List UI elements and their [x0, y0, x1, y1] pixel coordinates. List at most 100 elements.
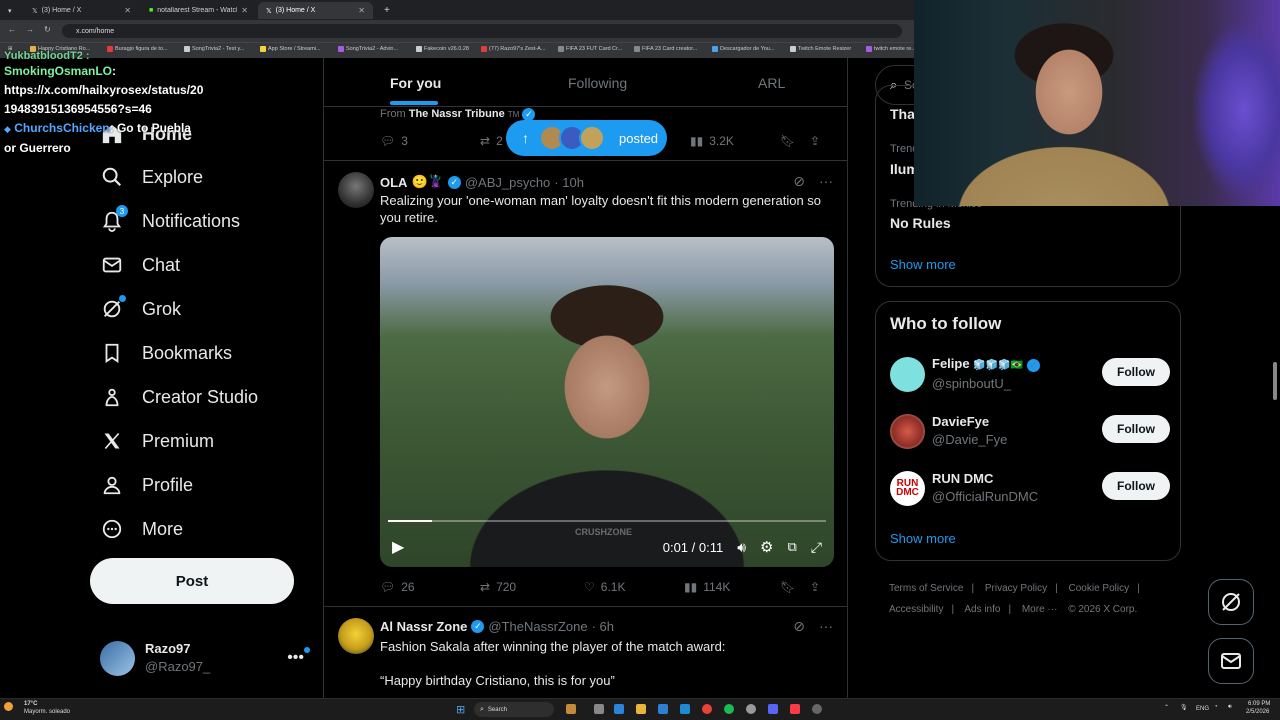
sidebar-item-creator-studio[interactable]: Creator Studio	[100, 385, 258, 409]
back-icon[interactable]: ←	[8, 25, 16, 34]
page-scrollbar[interactable]	[1273, 362, 1277, 400]
footer-link[interactable]: Privacy Policy	[985, 583, 1047, 594]
footer-link[interactable]: Cookie Policy	[1069, 583, 1130, 594]
mic-icon[interactable]: 🎙︎	[1180, 704, 1188, 711]
sidebar-item-bookmarks[interactable]: Bookmarks	[100, 341, 232, 365]
video-progress-bar[interactable]	[388, 520, 826, 522]
show-more-link[interactable]: Show more	[890, 257, 956, 272]
reply-button[interactable]: 💬︎ 3	[380, 134, 480, 148]
volume-icon[interactable]: 🔊︎	[1228, 704, 1232, 711]
views-button[interactable]: ▮▮ 3.2K	[690, 134, 780, 148]
follow-suggestion[interactable]: RUN DMC RUN DMC @OfficialRunDMC Follow	[890, 468, 1170, 508]
retweet-button[interactable]: ⇄ 720	[480, 580, 584, 594]
close-tab-icon[interactable]: ✕	[124, 6, 131, 15]
tab-following[interactable]: Following	[568, 75, 627, 91]
bookmark-item[interactable]: SongTrivia2 - Advin...	[338, 46, 398, 52]
url-field[interactable]: x.com/home	[62, 24, 902, 38]
grok-icon[interactable]: ⊘	[793, 173, 805, 190]
reply-button[interactable]: 💬︎ 26	[380, 580, 480, 594]
trend-title[interactable]: Tha	[890, 106, 915, 122]
video-player[interactable]: CRUSHZONE ▶ 0:01 / 0:11 🔊︎ ⚙ ⧉ ⤢	[380, 237, 834, 567]
show-more-link[interactable]: Show more	[890, 531, 956, 546]
follow-suggestion[interactable]: Felipe 🧊🧊🧊🇧🇷 ✓ @spinboutU_ Follow	[890, 354, 1170, 394]
tab-for-you[interactable]: For you	[390, 75, 441, 91]
language-indicator[interactable]: ENG	[1196, 706, 1209, 712]
sidebar-item-premium[interactable]: Premium	[100, 429, 214, 453]
volume-icon[interactable]: 🔊︎	[737, 539, 746, 556]
from-name[interactable]: The Nassr Tribune	[409, 108, 505, 120]
tab-list-button[interactable]: ▾	[0, 2, 22, 19]
bookmark-item[interactable]: (77) Razo97's Zest-A...	[481, 46, 545, 52]
taskbar-app-icon[interactable]	[566, 704, 576, 714]
taskbar-app-icon[interactable]	[636, 704, 646, 714]
share-icon[interactable]: ⇪	[810, 580, 820, 594]
share-icon[interactable]: ⇪	[810, 134, 820, 148]
play-icon[interactable]: ▶	[392, 537, 404, 557]
tweet-author-handle[interactable]: @TheNassrZone	[488, 619, 587, 634]
clock-date[interactable]: 2/5/2026	[1246, 709, 1269, 715]
more-dots-icon[interactable]: •••	[287, 647, 310, 667]
browser-tab-3[interactable]: 𝕏 (3) Home / X ✕	[258, 2, 373, 19]
taskbar-app-icon[interactable]	[680, 704, 690, 714]
messages-fab-button[interactable]	[1208, 638, 1254, 684]
chrome-icon[interactable]	[702, 704, 712, 714]
views-button[interactable]: ▮▮ 114K	[684, 580, 780, 594]
taskbar-app-icon[interactable]	[812, 704, 822, 714]
close-tab-icon[interactable]: ✕	[241, 6, 248, 15]
clock-time[interactable]: 6:09 PM	[1248, 701, 1270, 707]
browser-tab-2[interactable]: ■ notallarest Stream - Watch Liv ✕	[141, 2, 256, 19]
taskbar-search[interactable]: ⌕ Search	[474, 702, 554, 717]
footer-link[interactable]: More ···	[1022, 604, 1058, 615]
tweet-author-handle[interactable]: @ABJ_psycho	[465, 175, 550, 190]
follow-suggestion[interactable]: DavieFye @Davie_Fye Follow	[890, 411, 1170, 451]
music-icon[interactable]	[790, 704, 800, 714]
follow-button[interactable]: Follow	[1102, 415, 1170, 443]
bookmark-item[interactable]: Twitch Emote Resizer	[790, 46, 851, 52]
more-dots-icon[interactable]: ···	[819, 618, 833, 635]
trend-title[interactable]: No Rules	[890, 215, 951, 231]
bookmark-item[interactable]: App Store / Streami...	[260, 46, 321, 52]
more-dots-icon[interactable]: ···	[819, 173, 833, 190]
network-icon[interactable]: ◔	[1214, 704, 1218, 710]
avatar[interactable]	[338, 172, 374, 208]
bookmark-item[interactable]: twitch emote re...	[866, 46, 916, 52]
browser-tab-1[interactable]: 𝕏 (3) Home / X ✕	[24, 2, 139, 19]
taskbar-app-icon[interactable]	[658, 704, 668, 714]
bookmark-item[interactable]: Descargador de You...	[712, 46, 774, 52]
tweet-timestamp[interactable]: · 10h	[554, 175, 584, 190]
reload-icon[interactable]: ↻	[44, 25, 51, 34]
grok-fab-button[interactable]	[1208, 579, 1254, 625]
fullscreen-icon[interactable]: ⤢	[811, 539, 822, 556]
forward-icon[interactable]: →	[26, 25, 34, 34]
sidebar-item-explore[interactable]: Explore	[100, 165, 203, 189]
sidebar-item-chat[interactable]: Chat	[100, 253, 180, 277]
sidebar-item-notifications[interactable]: 3 Notifications	[100, 205, 240, 233]
bookmark-item[interactable]: Fakecoin v26.0.28	[416, 46, 469, 52]
grok-icon[interactable]: ⊘	[793, 618, 805, 635]
picture-in-picture-icon[interactable]: ⧉	[788, 539, 797, 555]
bookmark-icon[interactable]: 🔖︎	[780, 580, 810, 594]
tab-arl[interactable]: ARL	[758, 75, 785, 91]
new-posts-pill[interactable]: ↑ posted	[506, 120, 667, 156]
taskbar-app-icon[interactable]	[594, 704, 604, 714]
discord-icon[interactable]	[768, 704, 778, 714]
sidebar-item-grok[interactable]: Grok	[100, 295, 181, 321]
follow-button[interactable]: Follow	[1102, 358, 1170, 386]
settings-gear-icon[interactable]: ⚙	[760, 538, 773, 556]
account-switcher[interactable]: Razo97 @Razo97_ •••	[100, 638, 310, 678]
spotify-icon[interactable]	[724, 704, 734, 714]
taskbar-app-icon[interactable]	[614, 704, 624, 714]
weather-icon[interactable]	[4, 702, 13, 711]
close-tab-icon[interactable]: ✕	[358, 6, 365, 15]
tray-chevron-icon[interactable]: ⌃	[1164, 704, 1169, 711]
sidebar-item-profile[interactable]: Profile	[100, 473, 193, 497]
footer-link[interactable]: Terms of Service	[889, 583, 963, 594]
footer-link[interactable]: Accessibility	[889, 604, 943, 615]
bookmark-item[interactable]: FIFA 23 Card creator...	[634, 46, 697, 52]
bookmark-item[interactable]: FIFA 23 FUT Card Cr...	[558, 46, 622, 52]
tweet-author-name[interactable]: Al Nassr Zone	[380, 619, 467, 634]
like-button[interactable]: ♡ 6.1K	[584, 580, 684, 594]
sidebar-item-more[interactable]: More	[100, 517, 183, 541]
tweet-timestamp[interactable]: · 6h	[592, 619, 614, 634]
footer-link[interactable]: Ads info	[964, 604, 1000, 615]
